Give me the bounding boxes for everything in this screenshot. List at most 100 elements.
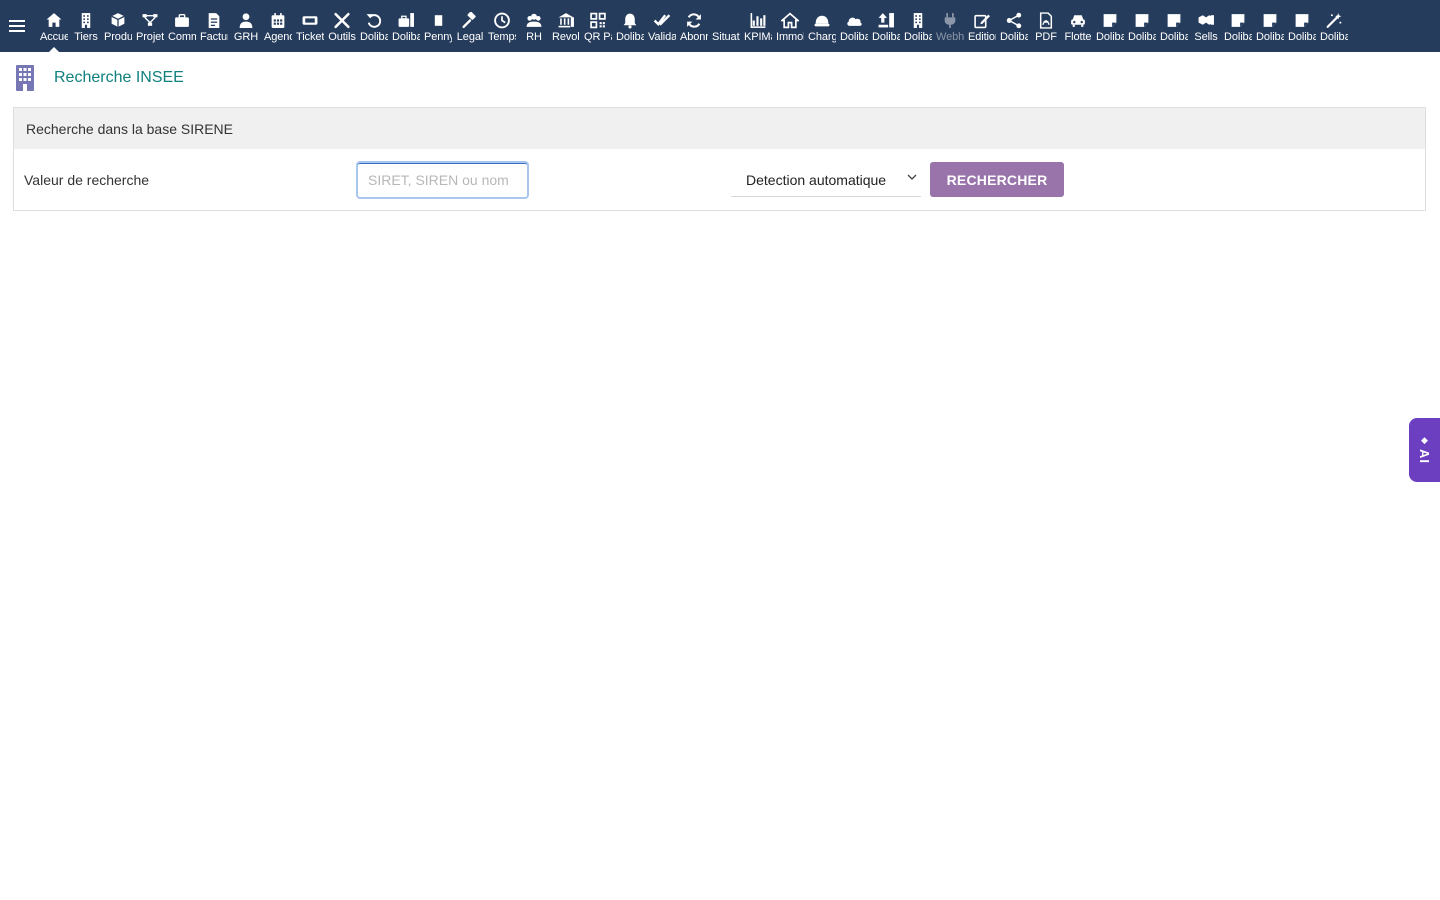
menu-item-label: Flotte [1064,31,1092,43]
menu-item-31[interactable]: PDF [1030,0,1062,52]
menu-item-38[interactable]: Dolibarr [1254,0,1286,52]
menu-item-30[interactable]: Dolibarr [998,0,1030,52]
menu-item-label: Edition [968,31,996,43]
sticky-note-icon [1165,9,1183,31]
menu-item-label: Tiers [74,31,98,43]
menu-item-label: Dolibarr [1288,31,1316,43]
menu-item-37[interactable]: Dolibarr [1222,0,1254,52]
magic-wand-icon [1325,9,1343,31]
menu-item-25[interactable]: Dolibarr [838,0,870,52]
menu-item-7[interactable]: Agenda [262,0,294,52]
panel-title: Recherche dans la base SIRENE [14,108,1425,149]
menu-item-29[interactable]: Edition [966,0,998,52]
menu-item-6[interactable]: GRH [230,0,262,52]
menu-item-label: Agenda [264,31,292,43]
search-input[interactable] [356,161,529,199]
menu-item-5[interactable]: Facturation [198,0,230,52]
search-mode-select[interactable]: Detection automatique [731,163,921,197]
menu-item-12[interactable]: Penny [422,0,454,52]
menu-item-0[interactable]: Accueil [38,0,70,52]
menu-item-3[interactable]: Projets [134,0,166,52]
menu-item-35[interactable]: Dolibarr [1158,0,1190,52]
menu-item-label: Dolibarr [1320,31,1348,43]
sticky-note-icon [1133,9,1151,31]
undo-icon [365,9,383,31]
menu-item-label: Produits [104,31,132,43]
menu-item-8[interactable]: Tickets [294,0,326,52]
menu-item-label: Commerce [168,31,196,43]
pdf-icon [1037,9,1055,31]
toolbox-icon [397,9,415,31]
building-icon [77,9,95,31]
sirene-search-panel: Recherche dans la base SIRENE Valeur de … [13,107,1426,211]
menu-item-27[interactable]: Dolibarr [902,0,934,52]
menu-item-label: Tickets [296,31,324,43]
chart-bar-icon [749,9,767,31]
chevron-down-icon [907,174,917,180]
menu-item-label: Dolibarr [1096,31,1124,43]
menu-item-28[interactable]: Webhook [934,0,966,52]
menu-item-23[interactable]: Immobilier [774,0,806,52]
ai-assistant-tab[interactable]: ◆ AI [1409,418,1440,482]
menu-item-16[interactable]: Revolut [550,0,582,52]
menu-item-39[interactable]: Dolibarr [1286,0,1318,52]
menu-item-4[interactable]: Commerce [166,0,198,52]
menu-item-14[interactable]: Temps [486,0,518,52]
menu-item-19[interactable]: Validation [646,0,678,52]
menu-item-1[interactable]: Tiers [70,0,102,52]
menu-item-label: Dolibarr [1224,31,1252,43]
menu-item-26[interactable]: Dolibarr [870,0,902,52]
tools-icon [333,9,351,31]
menu-item-20[interactable]: Abonnements [678,0,710,52]
menu-item-2[interactable]: Produits [102,0,134,52]
menu-item-label: GRH [233,31,259,43]
menu-item-32[interactable]: Flotte [1062,0,1094,52]
upload-icon [877,9,895,31]
menu-item-label: Dolibarr [392,31,420,43]
top-menu-bar: Accueil Tiers Produits Projets Commerce Factu… [0,0,1440,52]
menu-item-label: Dolibarr [904,31,932,43]
menu-item-label: Outils [328,31,356,43]
menu-item-17[interactable]: QR Pay [582,0,614,52]
menu-item-15[interactable]: RH [518,0,550,52]
menu-item-label: Chargement [808,31,836,43]
menu-item-label: Temps [488,31,516,43]
car-icon [1069,9,1087,31]
menu-item-label: Dolibarr [872,31,900,43]
invoice-icon [205,9,223,31]
menu-item-9[interactable]: Outils [326,0,358,52]
menu-item-40[interactable]: Dolibarr [1318,0,1350,52]
menu-item-11[interactable]: Dolibarr [390,0,422,52]
hamburger-menu-icon[interactable] [6,14,28,38]
menu-item-label: Sells [1194,31,1218,43]
menu-item-label: Dolibarr [1128,31,1156,43]
menu-item-13[interactable]: Legal [454,0,486,52]
menu-item-36[interactable]: Sells [1190,0,1222,52]
blank-icon [717,9,735,31]
menu-item-label: Legal [456,31,484,43]
sticky-note-icon [1293,9,1311,31]
search-form: Valeur de recherche Detection automatiqu… [14,149,1425,211]
menu-item-33[interactable]: Dolibarr [1094,0,1126,52]
sparkle-icon: ◆ [1421,435,1428,445]
menu-item-10[interactable]: Dolibarr [358,0,390,52]
search-button[interactable]: RECHERCHER [930,162,1064,197]
briefcase-icon [173,9,191,31]
cube-icon [109,9,127,31]
menu-item-label: Validation [648,31,676,43]
page-header: Recherche INSEE [14,64,184,92]
menu-item-22[interactable]: KPIMaster [742,0,774,52]
menu-item-34[interactable]: Dolibarr [1126,0,1158,52]
calendar-icon [269,9,287,31]
menu-item-18[interactable]: Dolibarr [614,0,646,52]
menu-item-label: Penny [424,31,452,43]
menu-item-24[interactable]: Chargement [806,0,838,52]
menu-item-label: Immobilier [776,31,804,43]
menu-item-label: RH [526,31,542,43]
menu-item-label: Dolibarr [1160,31,1188,43]
menu-item-21[interactable]: Situation [710,0,742,52]
building-icon [909,9,927,31]
bell-icon [621,9,639,31]
menu-item-label: Dolibarr [360,31,388,43]
page-title: Recherche INSEE [54,69,184,86]
